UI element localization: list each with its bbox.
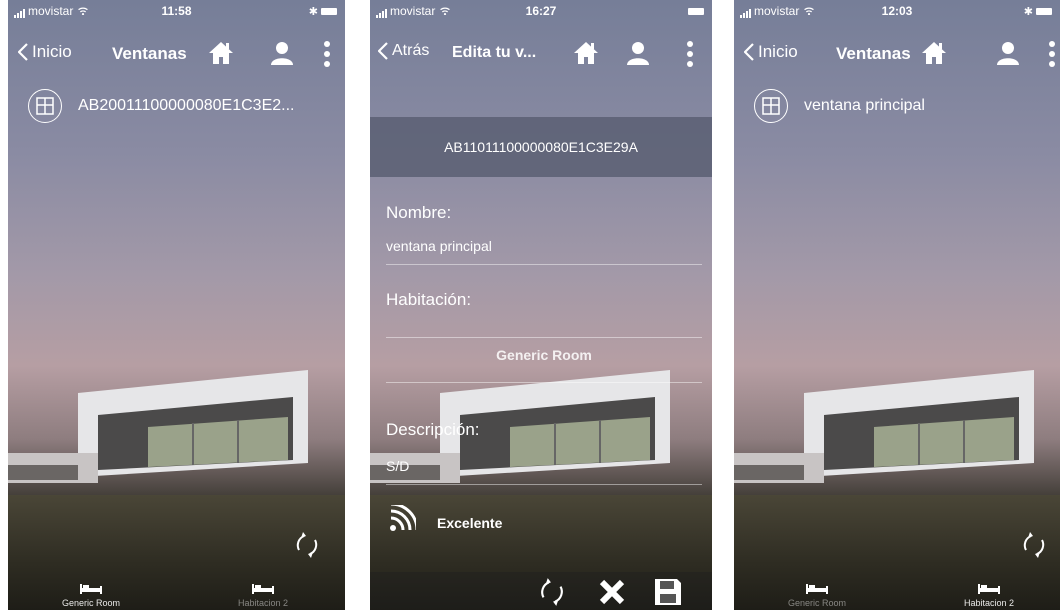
bluetooth-icon: ✱: [308, 6, 318, 18]
more-vertical-icon[interactable]: [1048, 40, 1056, 68]
device-id-banner: AB11011100000080E1C3E29A: [370, 117, 712, 177]
divider: [386, 484, 702, 485]
battery-icon: [688, 8, 704, 16]
room-select-value: Generic Room: [496, 347, 592, 363]
window-name: ventana principal: [804, 97, 925, 114]
house-background-image: [8, 365, 345, 515]
room-tab-bar: Generic Room Habitacion 2: [734, 570, 1060, 610]
status-right: [685, 4, 704, 18]
name-label: Nombre:: [386, 203, 452, 222]
divider: [386, 337, 702, 338]
description-label: Descripción:: [386, 420, 480, 439]
bed-icon: [806, 584, 828, 594]
user-icon[interactable]: [269, 40, 295, 66]
tab-label: Habitacion 2: [237, 598, 289, 608]
status-time: 16:27: [525, 4, 557, 18]
divider: [386, 382, 702, 383]
tab-label: Generic Room: [61, 598, 121, 608]
user-icon[interactable]: [995, 40, 1021, 66]
signal-quality: Excelente: [437, 515, 503, 531]
back-label: Inicio: [32, 42, 72, 61]
screen-windows-list-1: movistar 11:58 ✱ Inicio Ventanas AB20011…: [8, 0, 345, 610]
room-label: Habitación:: [386, 290, 472, 309]
back-label: Atrás: [392, 42, 430, 59]
device-id: AB11011100000080E1C3E29A: [444, 139, 638, 155]
save-icon[interactable]: [652, 576, 684, 608]
bed-icon: [80, 584, 102, 594]
list-item[interactable]: AB20011100000080E1C3E2...: [28, 88, 335, 124]
page-title: Edita tu v...: [452, 44, 537, 61]
chevron-left-icon: [378, 42, 388, 60]
tab-habitacion-2[interactable]: Habitacion 2: [208, 584, 318, 608]
tab-generic-room[interactable]: Generic Room: [36, 584, 146, 608]
battery-icon: [1036, 8, 1052, 16]
back-button[interactable]: Inicio: [18, 42, 72, 62]
window-icon: [28, 89, 62, 123]
status-right: ✱: [1024, 4, 1052, 18]
status-time: 11:58: [161, 4, 192, 18]
bed-icon: [978, 584, 1000, 594]
home-icon[interactable]: [573, 40, 599, 66]
house-background-image: [370, 365, 710, 515]
divider: [386, 264, 702, 265]
window-name: AB20011100000080E1C3E2...: [78, 97, 295, 114]
bluetooth-icon: ✱: [1023, 6, 1033, 18]
back-label: Inicio: [758, 42, 798, 61]
status-bar: movistar 12:03 ✱: [734, 0, 1060, 22]
chevron-left-icon: [18, 43, 28, 61]
signal-icon: [388, 505, 416, 533]
home-icon[interactable]: [208, 40, 234, 66]
navigation-bar: Inicio Ventanas: [8, 38, 345, 70]
tab-generic-room[interactable]: Generic Room: [762, 584, 872, 608]
bed-icon: [252, 584, 274, 594]
status-bar: movistar 16:27: [370, 0, 712, 22]
status-bar: movistar 11:58 ✱: [8, 0, 345, 22]
refresh-icon[interactable]: [1019, 530, 1049, 560]
chevron-left-icon: [744, 43, 754, 61]
screen-edit-window: movistar 16:27 Atrás Edita tu v... AB110…: [370, 0, 712, 610]
house-background-image: [734, 365, 1060, 515]
home-icon[interactable]: [921, 40, 947, 66]
page-title: Ventanas: [836, 44, 911, 63]
status-time: 12:03: [881, 4, 913, 18]
tab-label: Generic Room: [787, 598, 847, 608]
back-button[interactable]: Atrás: [378, 42, 429, 60]
window-icon: [754, 89, 788, 123]
navigation-bar: Atrás Edita tu v...: [370, 38, 712, 70]
more-vertical-icon[interactable]: [323, 40, 331, 68]
navigation-bar: Inicio Ventanas: [734, 38, 1060, 70]
name-input[interactable]: ventana principal: [386, 238, 492, 254]
tab-label: Habitacion 2: [963, 598, 1015, 608]
action-bar: [370, 572, 712, 610]
close-icon[interactable]: [596, 576, 628, 608]
tab-habitacion-2[interactable]: Habitacion 2: [934, 584, 1044, 608]
room-select[interactable]: Generic Room: [386, 347, 702, 377]
back-button[interactable]: Inicio: [744, 42, 798, 62]
refresh-icon[interactable]: [292, 530, 322, 560]
user-icon[interactable]: [625, 40, 651, 66]
battery-icon: [321, 8, 337, 16]
room-tab-bar: Generic Room Habitacion 2: [8, 570, 345, 610]
page-title: Ventanas: [112, 44, 187, 63]
refresh-icon[interactable]: [536, 576, 568, 608]
screen-windows-list-2: movistar 12:03 ✱ Inicio Ventanas ventana…: [734, 0, 1060, 610]
description-input[interactable]: S/D: [386, 458, 409, 474]
list-item[interactable]: ventana principal: [754, 88, 1050, 124]
status-right: ✱: [309, 4, 337, 18]
more-vertical-icon[interactable]: [686, 40, 694, 68]
